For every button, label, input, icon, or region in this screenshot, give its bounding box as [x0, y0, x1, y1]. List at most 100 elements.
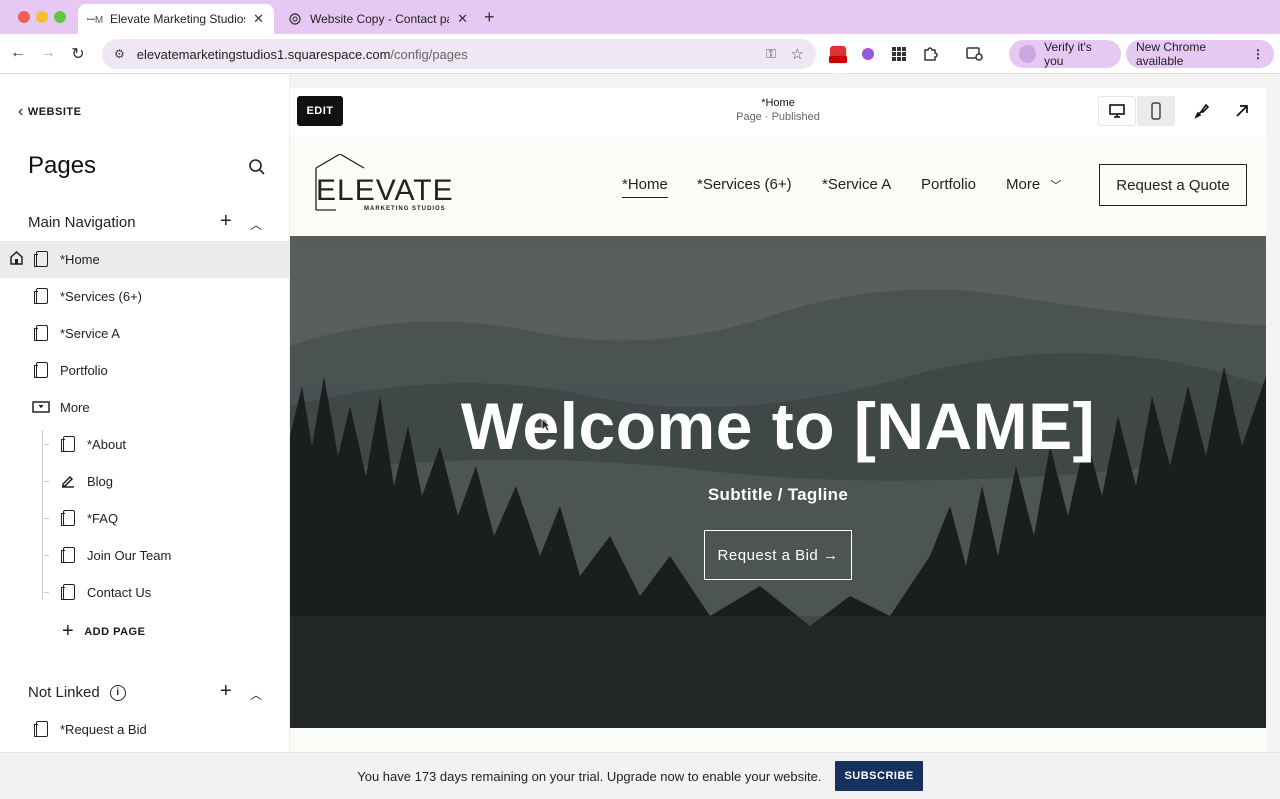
desktop-view-button[interactable]: [1098, 96, 1136, 126]
sidebar-item-join-our-team[interactable]: Join Our Team: [0, 537, 290, 574]
chrome-update-button[interactable]: New Chrome available ⋮: [1126, 40, 1274, 68]
close-window-button[interactable]: [18, 11, 30, 23]
collapse-main-nav-icon[interactable]: ︿: [250, 216, 262, 233]
trial-message: You have 173 days remaining on your tria…: [357, 768, 822, 784]
mouse-cursor-icon: [541, 418, 551, 432]
hero-subtitle[interactable]: Subtitle / Tagline: [290, 485, 1266, 505]
sidebar-item-home[interactable]: *Home: [0, 241, 290, 278]
browser-tab-active[interactable]: ꟷM Elevate Marketing Studios | ✕: [78, 4, 274, 34]
sidebar-item-label: *Request a Bid: [60, 722, 147, 737]
url-path: /config/pages: [390, 46, 468, 62]
sidebar-item-portfolio[interactable]: Portfolio: [0, 352, 290, 389]
home-icon: [10, 250, 23, 268]
chevron-down-icon: ﹀: [1050, 180, 1062, 192]
ai-extension-icon[interactable]: [858, 44, 878, 64]
sidebar-item-services[interactable]: *Services (6+): [0, 278, 290, 315]
mobile-view-button[interactable]: [1137, 96, 1175, 126]
address-bar[interactable]: ⚙ elevatemarketingstudios1.squarespace.c…: [102, 39, 816, 69]
page-icon: [61, 510, 75, 526]
sidebar-item-about[interactable]: *About: [0, 426, 290, 463]
tree-branch: [44, 518, 49, 519]
add-not-linked-page-button[interactable]: +: [220, 680, 232, 703]
plus-icon: +: [62, 620, 75, 642]
new-badge: New: [830, 67, 848, 76]
sidebar-item-contact-us[interactable]: Contact Us: [0, 574, 290, 611]
logo-wordmark: ELEVATE: [316, 174, 454, 207]
maximize-window-button[interactable]: [54, 11, 66, 23]
mobile-icon: [1151, 102, 1161, 120]
sidebar-item-label: Contact Us: [87, 585, 152, 600]
open-site-button[interactable]: [1223, 96, 1261, 126]
sidebar-item-service-a[interactable]: *Service A: [0, 315, 290, 352]
sidebar-item-label: Join Our Team: [87, 548, 172, 563]
back-to-website-button[interactable]: ‹ WEBSITE: [18, 103, 81, 121]
chevron-left-icon: ‹: [18, 103, 24, 120]
hero-section: Welcome to [NAME] Subtitle / Tagline Req…: [290, 236, 1266, 728]
search-icon[interactable]: [248, 158, 266, 176]
add-page-button[interactable]: + ADD PAGE: [62, 620, 145, 643]
blog-icon: [60, 473, 76, 492]
site-nav-more[interactable]: More ﹀: [1006, 176, 1061, 193]
site-nav-service-a[interactable]: *Service A: [822, 176, 891, 193]
subscribe-button[interactable]: SUBSCRIBE: [835, 761, 923, 791]
site-nav-more-label: More: [1006, 176, 1041, 193]
page-icon: [61, 584, 75, 600]
new-tab-button[interactable]: +: [484, 7, 495, 28]
key-icon[interactable]: ⚿: [766, 46, 776, 62]
bookmark-star-icon[interactable]: ☆: [791, 45, 804, 63]
search-tabs-icon[interactable]: [965, 44, 985, 64]
sidebar-item-label: *Home: [60, 252, 100, 267]
squarespace-icon: ꟷM: [86, 15, 104, 26]
browser-tabstrip: ꟷM Elevate Marketing Studios | ✕ Website…: [0, 0, 1280, 34]
site-settings-icon[interactable]: ⚙: [114, 47, 125, 61]
sidebar-item-request-a-bid[interactable]: *Request a Bid: [0, 711, 290, 748]
sidebar-item-more[interactable]: More: [0, 389, 290, 426]
site-nav-home[interactable]: *Home: [622, 176, 668, 198]
tab-title: Elevate Marketing Studios |: [110, 12, 246, 26]
arrow-up-right-icon: [1236, 105, 1248, 117]
update-label: New Chrome available: [1136, 40, 1207, 68]
site-nav-portfolio[interactable]: Portfolio: [921, 176, 976, 193]
request-quote-button[interactable]: Request a Quote: [1099, 164, 1247, 206]
site-preview: EDIT *Home Page · Published ELEVATE MARK…: [290, 74, 1280, 752]
main-navigation-heading: Main Navigation: [28, 214, 136, 231]
collapse-not-linked-icon[interactable]: ︿: [250, 686, 262, 703]
request-bid-button[interactable]: Request a Bid →: [704, 530, 852, 580]
site-header: ELEVATE MARKETING STUDIOS *Home *Service…: [290, 136, 1266, 236]
more-menu-icon[interactable]: ⋮: [1252, 47, 1264, 61]
site-styles-button[interactable]: [1183, 96, 1221, 126]
not-linked-label: Not Linked: [28, 684, 100, 701]
browser-toolbar: ← → ↻ ⚙ elevatemarketingstudios1.squares…: [0, 34, 1280, 76]
page-icon: [61, 547, 75, 563]
sidebar-item-faq[interactable]: *FAQ: [0, 500, 290, 537]
minimize-window-button[interactable]: [36, 11, 48, 23]
site-logo[interactable]: ELEVATE MARKETING STUDIOS: [312, 153, 454, 216]
sidebar-item-blog[interactable]: Blog: [0, 463, 290, 500]
sidebar-item-label: More: [60, 400, 90, 415]
hero-title[interactable]: Welcome to [NAME]: [290, 388, 1266, 464]
info-icon[interactable]: i: [109, 684, 126, 701]
desktop-icon: [1109, 104, 1125, 118]
page-icon: [34, 362, 48, 378]
back-label: WEBSITE: [27, 106, 82, 118]
extensions-puzzle-icon[interactable]: [920, 44, 940, 64]
forest-background-image: [290, 236, 1266, 728]
browser-tab[interactable]: Website Copy - Contact page ✕: [278, 4, 478, 34]
apps-grid-icon[interactable]: [889, 44, 909, 64]
tree-branch: [44, 481, 49, 482]
back-button[interactable]: ←: [8, 44, 28, 62]
close-tab-icon[interactable]: ✕: [457, 11, 468, 27]
website-canvas: ELEVATE MARKETING STUDIOS *Home *Service…: [290, 136, 1266, 752]
verify-identity-button[interactable]: Verify it's you: [1009, 40, 1121, 68]
close-tab-icon[interactable]: ✕: [253, 11, 264, 27]
sidebar-item-label: Blog: [87, 474, 114, 489]
forward-button[interactable]: →: [38, 44, 58, 62]
url-host: elevatemarketingstudios1.squarespace.com: [136, 46, 391, 62]
folder-icon: [32, 401, 50, 416]
add-page-label: ADD PAGE: [84, 625, 146, 638]
reload-button[interactable]: ↻: [68, 44, 88, 64]
editor-bar: EDIT *Home Page · Published: [290, 88, 1266, 136]
page-icon: [34, 721, 48, 737]
add-main-nav-page-button[interactable]: +: [220, 210, 232, 233]
site-nav-services[interactable]: *Services (6+): [697, 176, 792, 193]
